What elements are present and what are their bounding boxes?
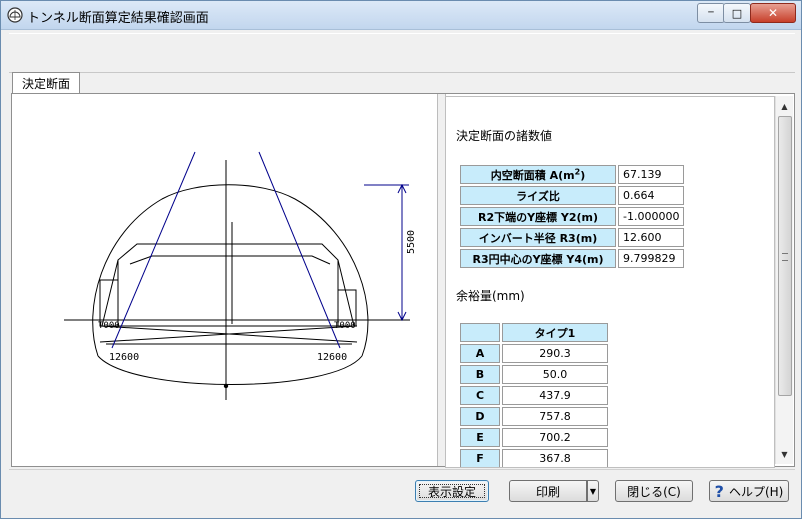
margin-value: 290.3 [502,344,608,363]
left-side-box [99,279,119,327]
table-row: D 757.8 [460,407,608,426]
window-title: トンネル断面算定結果確認画面 [27,11,209,26]
outer-arch [92,184,369,357]
radius-line-left [111,151,196,349]
maximize-button[interactable]: □ [723,3,751,23]
maximize-icon: □ [731,6,743,20]
button-bar: 表示設定 印刷 ▼ 閉じる(C) ? ヘルプ(H) [9,469,795,512]
close-button[interactable]: 閉じる(C) [615,480,693,502]
table-row: E 700.2 [460,428,608,447]
property-label: R2下端のY座標 Y2(m) [460,207,616,226]
close-label: 閉じる(C) [627,484,681,499]
results-pane: 決定断面の諸数値 内空断面積 A(m2) 67.139 ライズ比 0.664 R… [445,96,775,468]
property-label: ライズ比 [460,186,616,205]
close-window-button[interactable]: ✕ [750,3,796,23]
minimize-button[interactable]: ─ [697,3,725,23]
center-point [223,383,229,389]
table-corner-cell [460,323,500,342]
print-label: 印刷 [535,484,560,499]
row-header: B [460,365,500,384]
tab-decided-section[interactable]: 決定断面 [12,72,80,93]
results-scrollbar[interactable]: ▲ ▼ [775,96,793,464]
help-icon: ? [714,481,724,501]
table-row: ライズ比 0.664 [460,186,685,205]
chevron-down-icon: ▼ [589,486,597,496]
margin-value: 367.8 [502,449,608,467]
margins-table: タイプ1 A 290.3 B 50.0 C 437.9 D 757.8 E 70… [458,321,610,467]
table-row: C 437.9 [460,386,608,405]
inner-roof [129,255,331,265]
tab-bar: 決定断面 [9,72,795,94]
scroll-thumb[interactable] [778,116,792,396]
display-settings-button[interactable]: 表示設定 [415,480,489,502]
property-label: インバート半径 R3(m) [460,228,616,247]
table-row: インバート半径 R3(m) 12.600 [460,228,685,247]
row-header: F [460,449,500,467]
table-header-row: タイプ1 [460,323,608,342]
close-icon: ✕ [767,6,779,20]
row-header: D [460,407,500,426]
margin-value: 757.8 [502,407,608,426]
property-value: 9.799829 [618,249,685,268]
tab-content-panel: 5500 12600 12600 T000 T000 決定断面の諸数値 内空断面… [11,93,795,468]
help-label: ヘルプ(H) [728,484,784,499]
scroll-up-arrow-icon[interactable]: ▲ [776,98,793,114]
print-button[interactable]: 印刷 [509,480,587,502]
main-window: トンネル断面算定結果確認画面 ─ □ ✕ 決定断面 5500 12600 126… [0,0,802,519]
table-row: B 50.0 [460,365,608,384]
property-value: 0.664 [618,186,685,205]
column-header: タイプ1 [502,323,608,342]
properties-table: 内空断面積 A(m2) 67.139 ライズ比 0.664 R2下端のY座標 Y… [458,163,686,270]
right-radius-label: 12600 [317,352,347,363]
left-box-label: T000 [98,321,120,331]
margin-value: 437.9 [502,386,608,405]
table-row: A 290.3 [460,344,608,363]
focus-indicator [419,484,485,498]
row-header: A [460,344,500,363]
right-box-label: T000 [334,321,356,331]
property-value: -1.000000 [618,207,685,226]
section-drawing: 5500 12600 12600 T000 T000 [12,94,437,466]
minimize-icon: ─ [708,7,714,18]
property-label: 内空断面積 A(m2) [460,165,616,184]
toolbar-area [9,33,795,73]
table-row: 内空断面積 A(m2) 67.139 [460,165,685,184]
print-dropdown-button[interactable]: ▼ [587,480,599,502]
margin-value: 50.0 [502,365,608,384]
app-icon [7,7,23,23]
left-radius-label: 12600 [109,352,139,363]
margins-title: 余裕量(mm) [456,289,525,303]
scroll-down-arrow-icon[interactable]: ▼ [776,446,793,462]
table-row: R3円中心のY座標 Y4(m) 9.799829 [460,249,685,268]
table-row: F 367.8 [460,449,608,467]
property-label: R3円中心のY座標 Y4(m) [460,249,616,268]
row-header: C [460,386,500,405]
table-row: R2下端のY座標 Y2(m) -1.000000 [460,207,685,226]
tunnel-section-svg: 5500 12600 12600 T000 T000 [64,151,417,400]
margin-value: 700.2 [502,428,608,447]
scroll-grip-icon [782,253,788,261]
property-value: 67.139 [618,165,685,184]
dimension-label: 5500 [406,230,417,254]
title-bar[interactable]: トンネル断面算定結果確認画面 ─ □ ✕ [1,1,801,30]
properties-title: 決定断面の諸数値 [456,129,553,143]
property-value: 12.600 [618,228,685,247]
tab-label: 決定断面 [21,76,70,91]
row-header: E [460,428,500,447]
help-button[interactable]: ? ヘルプ(H) [709,480,789,502]
